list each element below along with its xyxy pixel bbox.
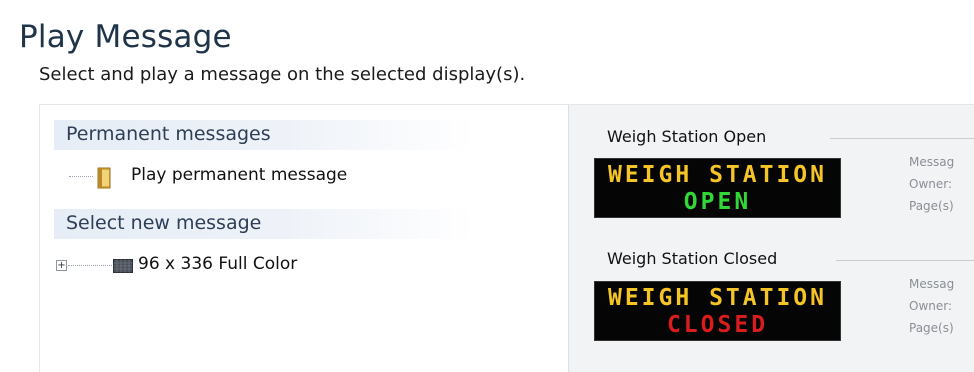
meta-owner-label: Owner: — [909, 177, 953, 191]
page-title: Play Message — [19, 19, 232, 55]
permanent-messages-header: Permanent messages — [54, 120, 474, 150]
meta-pages-label: Page(s) — [909, 321, 954, 335]
meta-owner-label: Owner: — [909, 299, 953, 313]
led-line-2: CLOSED — [666, 312, 769, 338]
book-icon — [97, 167, 111, 189]
group-divider — [830, 138, 974, 139]
preview-label-open: Weigh Station Open — [607, 127, 767, 146]
led-line-1: WEIGH STATION — [607, 285, 827, 311]
sign-display-icon — [113, 259, 133, 273]
tree-item-play-permanent[interactable]: Play permanent message — [131, 167, 347, 184]
expand-toggle[interactable]: + — [56, 260, 67, 271]
led-line-2: OPEN — [683, 189, 752, 215]
permanent-messages-label: Permanent messages — [66, 123, 271, 145]
tree-item-display-96x336[interactable]: 96 x 336 Full Color — [138, 256, 297, 273]
content-panel: Permanent messages Play permanent messag… — [39, 104, 974, 372]
message-tree: Permanent messages Play permanent messag… — [40, 105, 569, 372]
page-subtitle: Select and play a message on the selecte… — [39, 64, 526, 85]
meta-pages-label: Page(s) — [909, 199, 954, 213]
tree-connector — [68, 265, 112, 266]
led-line-1: WEIGH STATION — [607, 162, 827, 188]
meta-message-label: Messag — [909, 155, 955, 169]
tree-connector — [69, 176, 93, 177]
select-new-message-label: Select new message — [66, 212, 262, 234]
led-preview-open[interactable]: WEIGH STATION OPEN — [594, 158, 841, 218]
led-preview-closed[interactable]: WEIGH STATION CLOSED — [594, 281, 841, 341]
group-divider — [836, 260, 974, 261]
meta-message-label: Messag — [909, 277, 955, 291]
select-new-message-header: Select new message — [54, 209, 474, 239]
preview-label-closed: Weigh Station Closed — [607, 249, 778, 268]
